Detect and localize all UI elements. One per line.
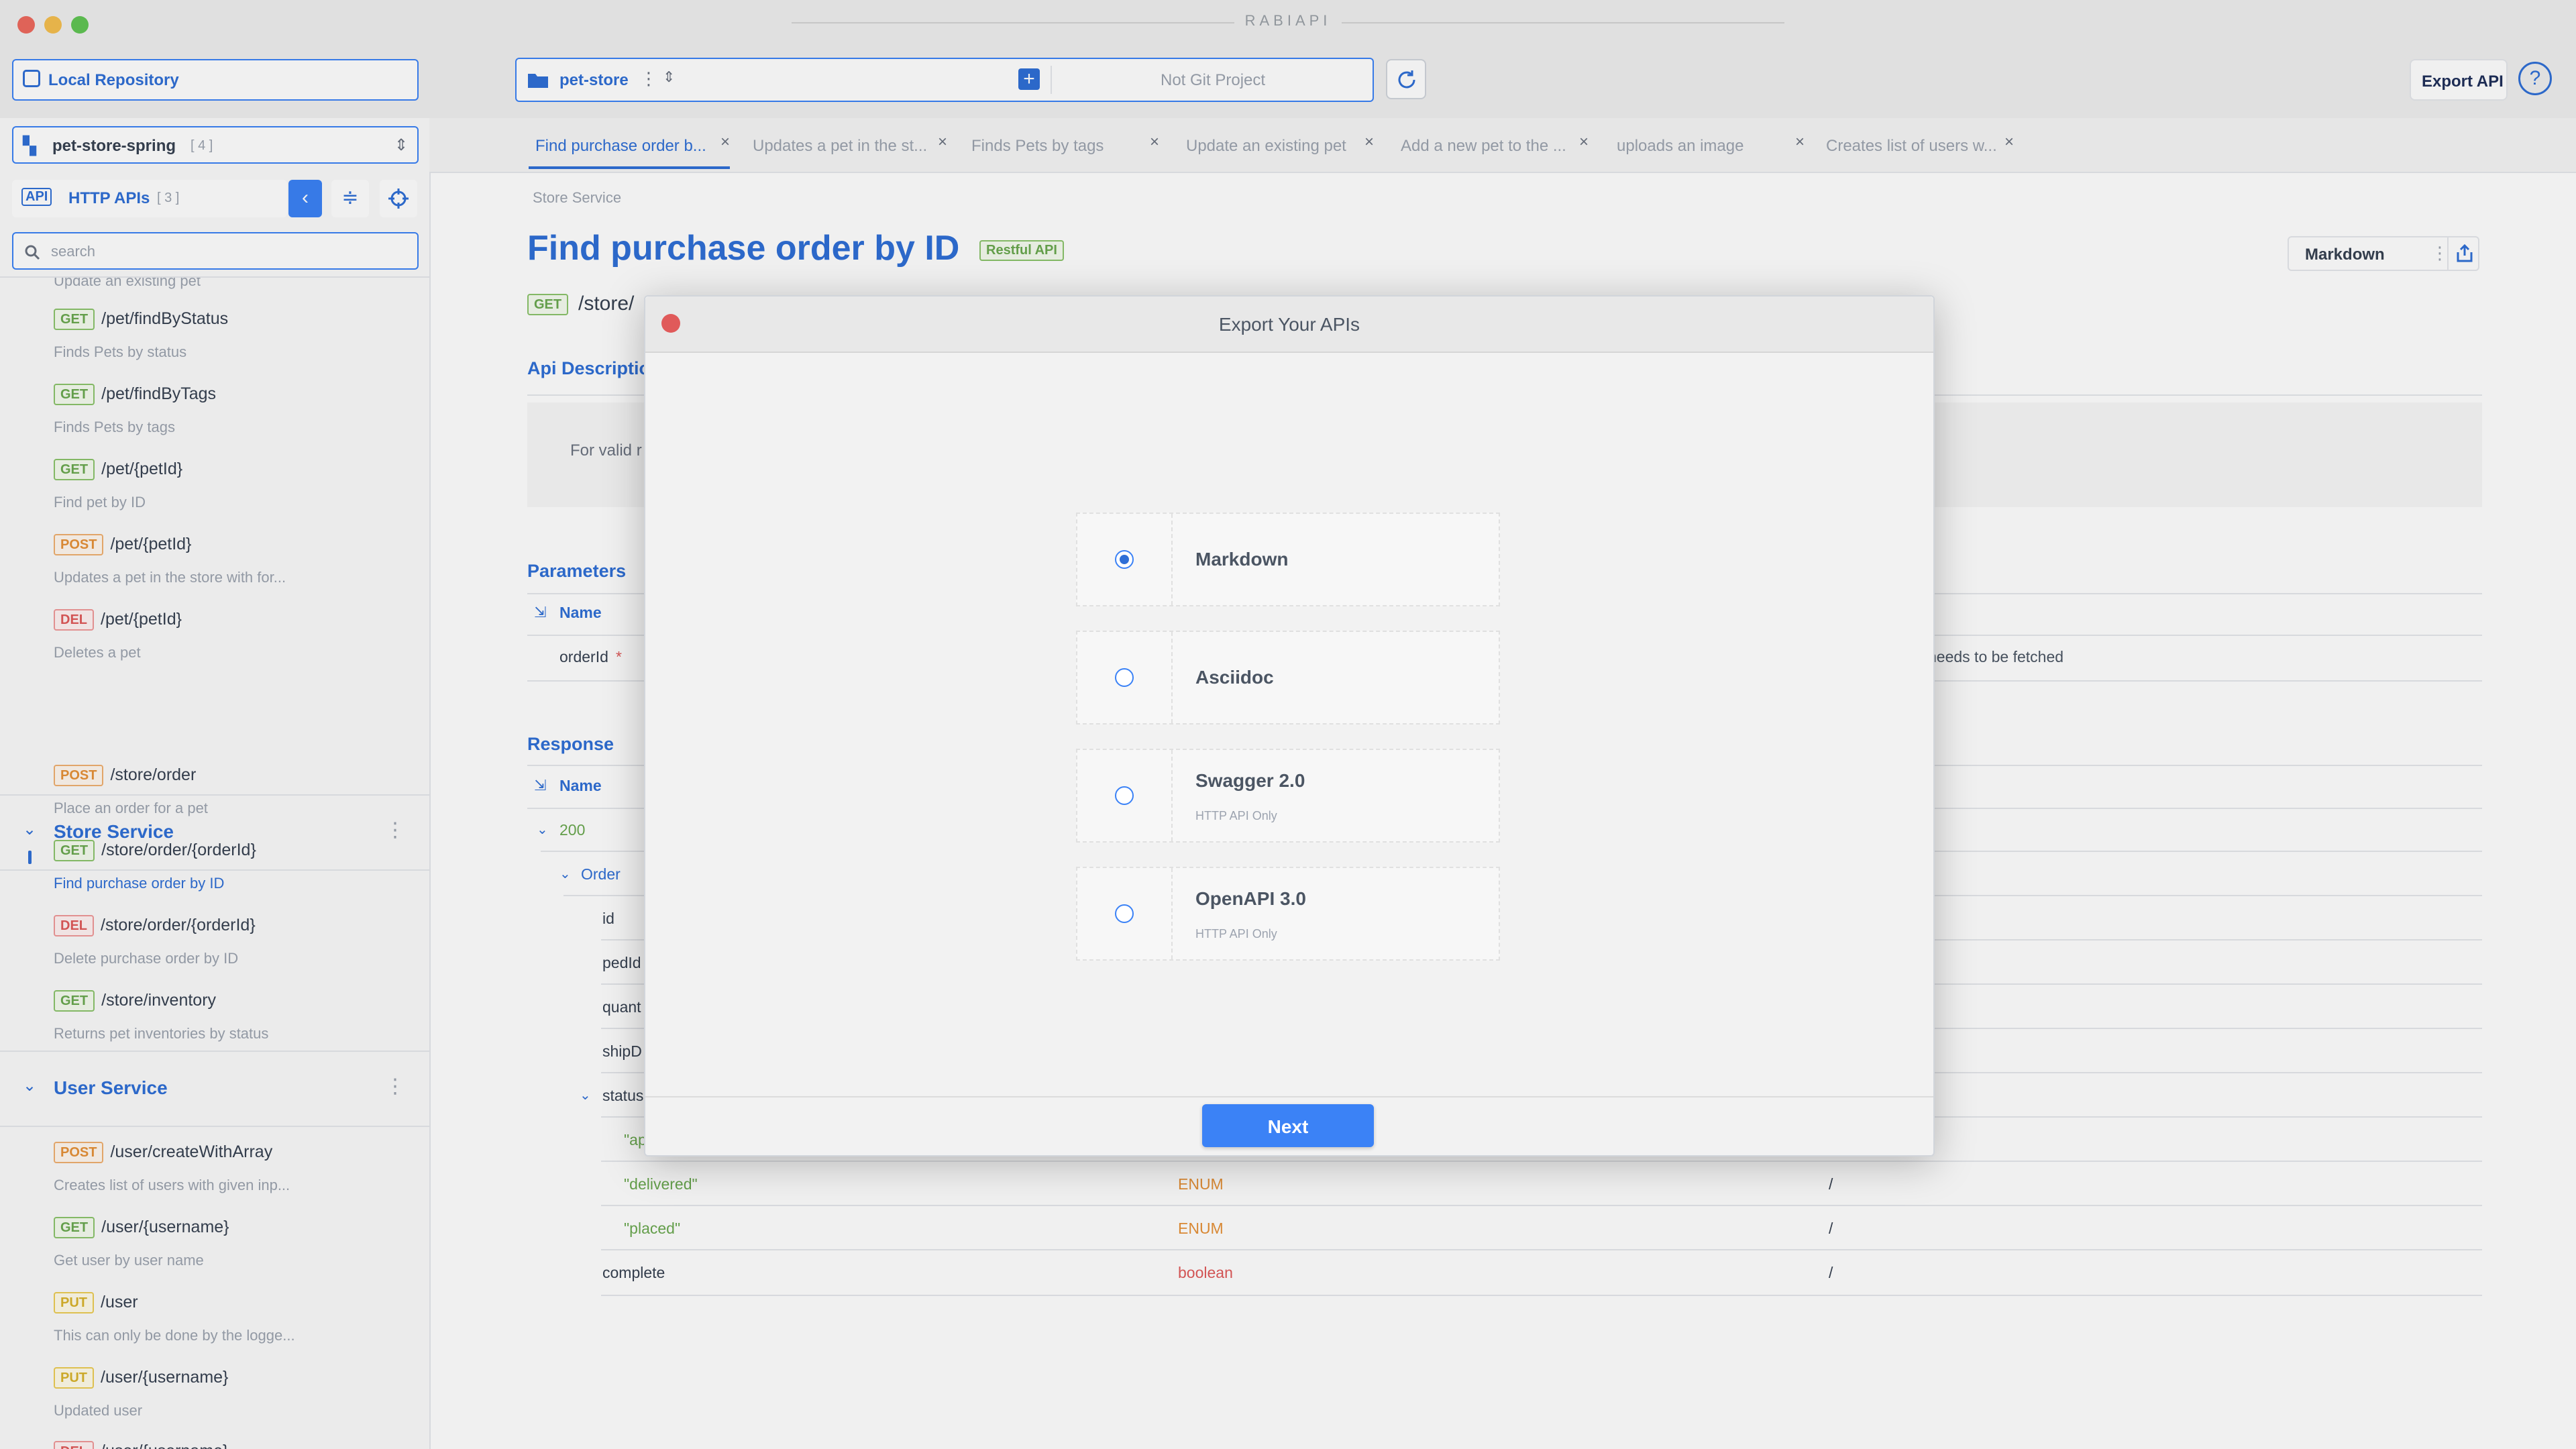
dialog-header: Export Your APIs (645, 297, 1933, 353)
option-divider (1171, 750, 1174, 841)
next-button-label: Next (1267, 1116, 1309, 1137)
radio-markdown[interactable] (1115, 550, 1134, 569)
export-dialog: Export Your APIs Markdown Asciidoc Swagg… (644, 295, 1935, 1157)
option-divider (1171, 632, 1174, 723)
dialog-title: Export Your APIs (1218, 314, 1360, 335)
option-divider (1171, 868, 1174, 959)
option-openapi[interactable]: OpenAPI 3.0 HTTP API Only (1076, 867, 1500, 961)
option-label: Asciidoc (1195, 667, 1274, 688)
option-markdown[interactable]: Markdown (1076, 513, 1500, 606)
option-label: Swagger 2.0 (1195, 770, 1305, 791)
dialog-footer-divider (645, 1096, 1933, 1097)
radio-openapi[interactable] (1115, 904, 1134, 923)
option-sublabel: HTTP API Only (1195, 927, 1277, 941)
next-button[interactable]: Next (1202, 1104, 1374, 1147)
option-sublabel: HTTP API Only (1195, 809, 1277, 822)
option-divider (1171, 514, 1174, 605)
option-label: OpenAPI 3.0 (1195, 888, 1306, 909)
option-swagger[interactable]: Swagger 2.0 HTTP API Only (1076, 749, 1500, 843)
radio-swagger[interactable] (1115, 786, 1134, 805)
option-asciidoc[interactable]: Asciidoc (1076, 631, 1500, 724)
radio-asciidoc[interactable] (1115, 668, 1134, 687)
option-label: Markdown (1195, 549, 1289, 570)
